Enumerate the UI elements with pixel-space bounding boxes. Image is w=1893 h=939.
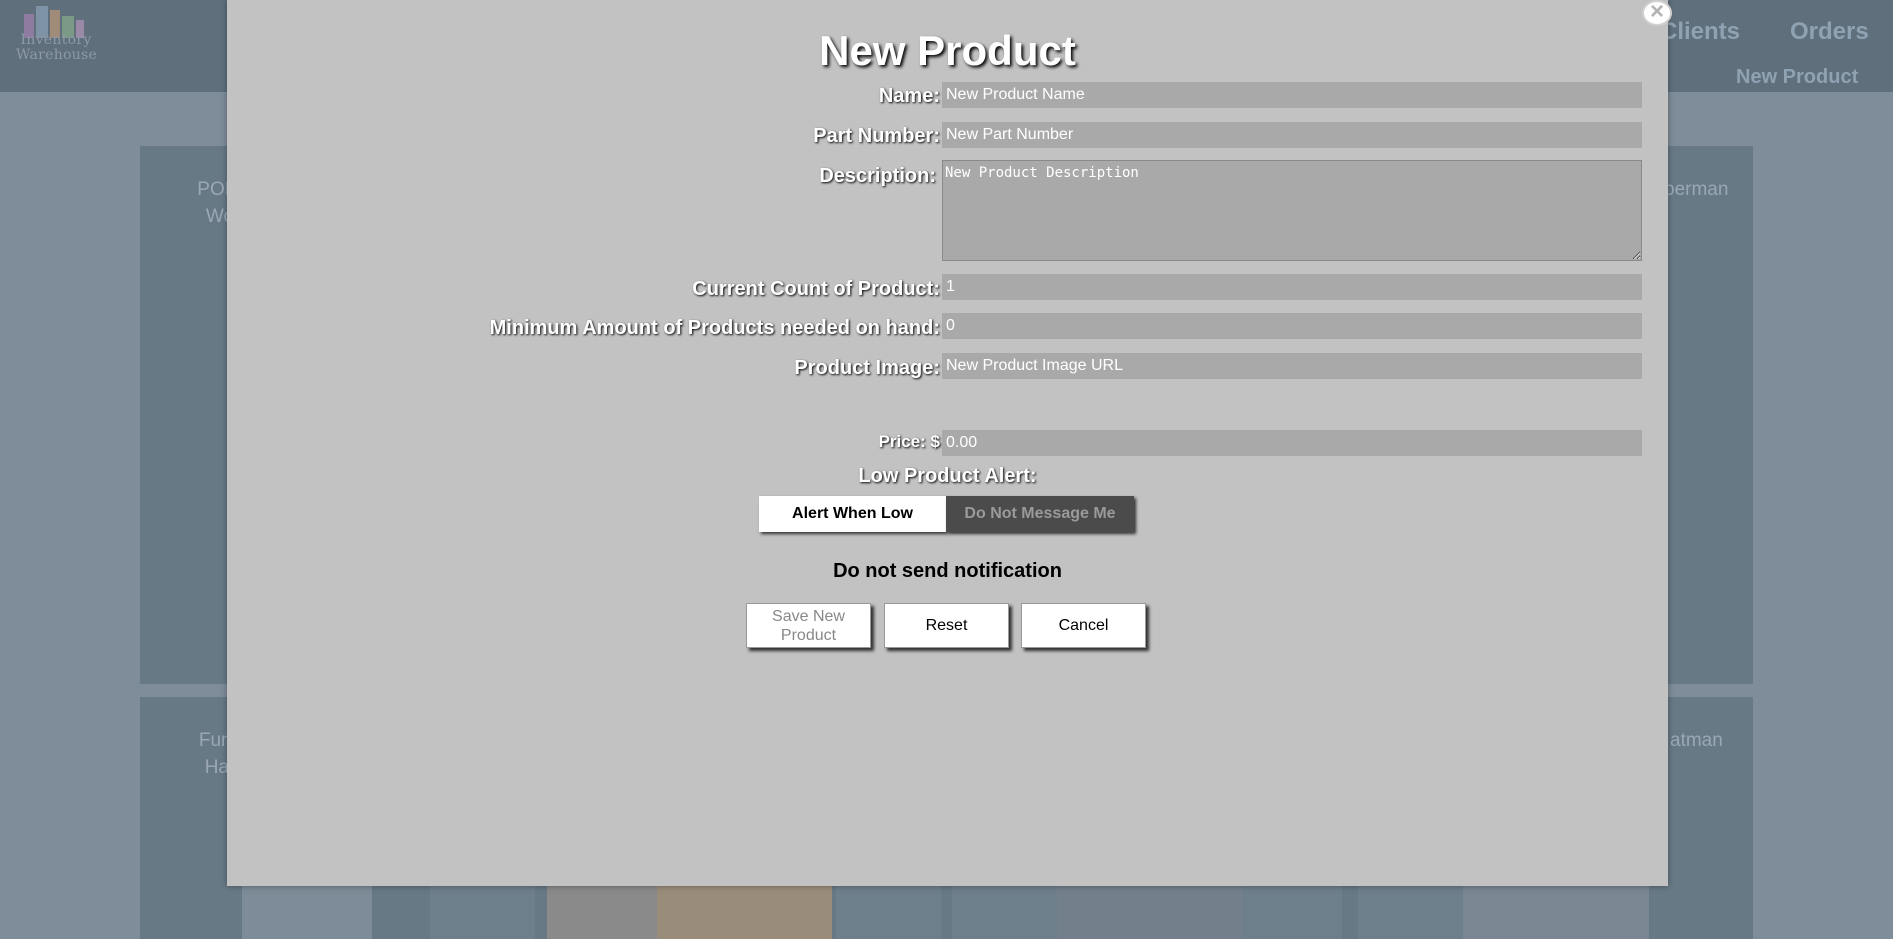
product-image-input[interactable] (942, 353, 1642, 379)
nav-orders-link[interactable]: Orders (1790, 18, 1869, 46)
product-thumbnail (430, 884, 535, 939)
description-textarea[interactable]: New Product Description (942, 160, 1642, 261)
nav-new-product-link[interactable]: New Product (1736, 66, 1858, 89)
product-thumbnail (836, 884, 941, 939)
product-thumbnail (952, 884, 1057, 939)
current-count-label: Current Count of Product: (692, 278, 940, 300)
name-label: Name: (878, 85, 940, 107)
product-image-label: Product Image: (794, 357, 940, 379)
reset-button[interactable]: Reset (884, 603, 1009, 648)
minimum-amount-input[interactable] (942, 313, 1642, 339)
cancel-button[interactable]: Cancel (1021, 603, 1146, 648)
name-input[interactable] (942, 82, 1642, 108)
product-thumbnail (657, 884, 832, 939)
nav-clients-link[interactable]: Clients (1660, 18, 1740, 46)
modal-title: New Product (819, 27, 1076, 74)
product-thumbnail (242, 884, 372, 939)
description-label: Description: (819, 165, 936, 187)
product-thumbnail (1242, 884, 1342, 939)
product-thumbnail (1463, 884, 1649, 939)
product-thumbnail (1358, 884, 1463, 939)
product-thumbnail (547, 884, 657, 939)
low-product-alert-title: Low Product Alert: (858, 465, 1037, 487)
save-new-product-button[interactable]: Save New Product (746, 603, 871, 648)
product-card-title: atman (1670, 730, 1723, 751)
product-thumbnail (1057, 884, 1242, 939)
price-input[interactable] (942, 430, 1642, 456)
close-icon[interactable]: × (1642, 0, 1672, 26)
notification-status: Do not send notification (833, 560, 1062, 582)
do-not-message-toggle[interactable]: Do Not Message Me (946, 496, 1134, 532)
part-number-input[interactable] (942, 122, 1642, 148)
logo-text: Inventory Warehouse (16, 32, 98, 63)
part-number-label: Part Number: (813, 125, 940, 147)
alert-when-low-toggle[interactable]: Alert When Low (759, 496, 946, 532)
product-card-title: perman (1664, 179, 1729, 200)
price-label: Price: $ (878, 432, 940, 451)
minimum-amount-label: Minimum Amount of Products needed on han… (489, 317, 940, 339)
current-count-input[interactable] (942, 274, 1642, 300)
